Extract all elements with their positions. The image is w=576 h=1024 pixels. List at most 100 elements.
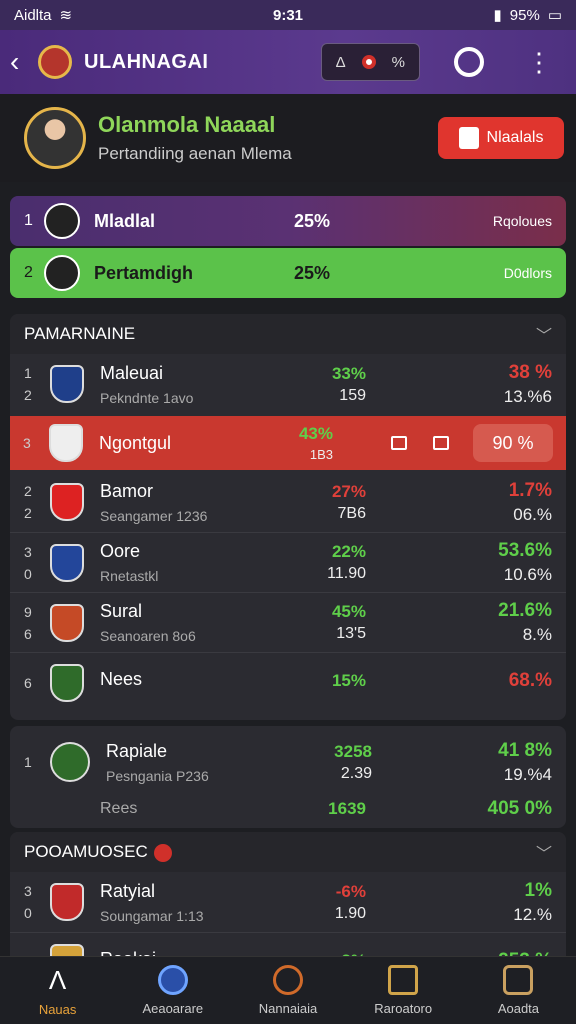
shield-icon bbox=[273, 965, 303, 995]
team-crest bbox=[50, 603, 84, 642]
more-icon[interactable]: ⋮ bbox=[526, 49, 552, 75]
team-name: Sural bbox=[100, 601, 143, 621]
team-crest bbox=[50, 365, 84, 403]
team-crest bbox=[50, 483, 84, 521]
tab-home[interactable]: Λ Nauas bbox=[0, 957, 115, 1024]
filter-segment[interactable]: Δ % bbox=[320, 43, 420, 81]
status-bar: Aidlta ≋ 9:31 ▮ 95% ▭ bbox=[0, 0, 576, 30]
rank: 3 0 bbox=[24, 543, 32, 582]
top-row-2[interactable]: 2 Pertamdigh 25% D0dlors bbox=[10, 248, 566, 298]
team-row[interactable]: 9 6 Sural Seanoaren 8o6 45% 13'5 21.6% 8.% bbox=[10, 592, 566, 652]
team-row[interactable]: 3 0 Oore Rnetastkl 22% 11.90 53.6% 10.6% bbox=[10, 532, 566, 592]
stat-b: 159 bbox=[339, 386, 366, 404]
stat-b: 7B6 bbox=[337, 504, 366, 522]
clock: 9:31 bbox=[272, 6, 304, 24]
team-sub: Pesngania P236 bbox=[106, 767, 209, 784]
tab-5[interactable]: Aoadta bbox=[461, 957, 576, 1024]
tab-3[interactable]: Nannaiaia bbox=[230, 957, 345, 1024]
team-row[interactable]: 6 Nees 15% 68.% bbox=[10, 652, 566, 712]
stat-c: 53.6% bbox=[498, 540, 552, 561]
team-crest bbox=[50, 663, 84, 702]
row-percent: 25% bbox=[294, 262, 331, 283]
rank: 2 2 bbox=[24, 483, 32, 521]
rank: 1 2 bbox=[24, 365, 32, 403]
badge-icon bbox=[503, 965, 534, 995]
badge-icon bbox=[458, 127, 479, 149]
standings-card: PAMARNAINE ﹀ 1 2 Maleuai Pekndnte 1avo 33% 15… bbox=[10, 314, 566, 720]
home-icon: Λ bbox=[48, 964, 67, 995]
chevron-down-icon[interactable]: ﹀ bbox=[536, 322, 552, 346]
profile-card: Olanmola Naaaal Pertandiing aenan Mlema … bbox=[0, 94, 576, 182]
team-name: Ratyial bbox=[100, 880, 156, 901]
team-sub: Soungamar 1:13 bbox=[100, 907, 204, 924]
avatar bbox=[24, 107, 86, 169]
section-title: PAMARNAINE bbox=[24, 324, 136, 343]
featured-card[interactable]: 1 Rapiale Pesngania P236 3258 2.39 41 8% 19… bbox=[10, 726, 566, 828]
trophy-icon bbox=[388, 965, 419, 995]
settings-icon[interactable] bbox=[454, 47, 484, 77]
stat-b: 1B3 bbox=[309, 447, 333, 462]
carrier-label: Aidlta bbox=[14, 6, 52, 24]
app-header: ‹ ULAHNAGAI Δ % ⋮ bbox=[0, 30, 576, 94]
stat-b: 2.39 bbox=[340, 764, 372, 782]
tab-label: Aoadta bbox=[497, 1001, 540, 1016]
rank: 3 0 bbox=[24, 883, 32, 921]
stat-d: 19.%4 bbox=[503, 764, 552, 784]
avatar bbox=[50, 742, 90, 782]
footer-end: 405 0% bbox=[487, 798, 552, 819]
stat-b: 13'5 bbox=[336, 625, 366, 642]
avatar bbox=[44, 203, 80, 239]
tab-4[interactable]: Raroatoro bbox=[346, 957, 461, 1024]
profile-subtitle: Pertandiing aenan Mlema bbox=[98, 144, 292, 163]
battery-label: 95% bbox=[509, 6, 540, 24]
segment-percent[interactable]: % bbox=[392, 54, 405, 71]
team-name: Nees bbox=[100, 669, 143, 689]
back-icon[interactable]: ‹ bbox=[10, 46, 32, 78]
stat-a: 22% bbox=[331, 542, 366, 561]
wifi-icon: ≋ bbox=[59, 7, 73, 24]
stat-a: 43% bbox=[298, 424, 333, 443]
stat-a: 45% bbox=[331, 602, 366, 621]
team-sub: Pekndnte 1avo bbox=[100, 389, 194, 406]
stat-c: 68.% bbox=[508, 670, 552, 691]
page-title: ULAHNAGAI bbox=[84, 50, 209, 73]
ball-icon bbox=[157, 965, 188, 995]
team-row[interactable]: 2 2 Bamor Seangamer 1236 27% 7B6 1.7% 06.% bbox=[10, 472, 566, 532]
rank: 1 bbox=[24, 212, 33, 229]
team-row[interactable]: 3 0 Ratyial Soungamar 1:13 -6% 1.90 1% 12.% bbox=[10, 872, 566, 932]
tab-label: Nauas bbox=[38, 1001, 77, 1017]
team-crest bbox=[50, 883, 84, 921]
rank: 1 bbox=[24, 754, 32, 770]
tab-label: Nannaiaia bbox=[258, 1001, 318, 1016]
chevron-down-icon[interactable]: ﹀ bbox=[536, 840, 552, 864]
top-row-1[interactable]: 1 Mladlal 25% Rqoloues bbox=[10, 196, 566, 246]
percent-chip[interactable]: 90 % bbox=[473, 424, 553, 462]
stat-c: 41 8% bbox=[498, 739, 552, 761]
stat-c: 38 % bbox=[508, 361, 552, 383]
section-header[interactable]: POOAMUOSEC ﹀ bbox=[10, 832, 566, 872]
team-sub: Seangamer 1236 bbox=[100, 507, 208, 524]
note-icon[interactable] bbox=[433, 436, 449, 450]
row-name: Pertamdigh bbox=[94, 262, 194, 283]
profile-name: Olanmola Naaaal bbox=[98, 112, 276, 137]
tab-2[interactable]: Aeaoarare bbox=[115, 957, 230, 1024]
team-row[interactable]: 1 2 Maleuai Pekndnte 1avo 33% 159 38 % 13.%6 bbox=[10, 354, 566, 414]
stat-b: 1.90 bbox=[334, 904, 366, 922]
segment-triangle[interactable]: Δ bbox=[336, 54, 346, 71]
mail-icon[interactable] bbox=[391, 436, 407, 450]
alert-icon bbox=[153, 843, 172, 862]
stat-d: 12.% bbox=[513, 904, 552, 924]
team-name: Oore bbox=[100, 541, 141, 561]
search-icon[interactable] bbox=[361, 55, 376, 69]
profile-action-button[interactable]: Nlaalals bbox=[438, 117, 564, 159]
team-crest bbox=[50, 543, 84, 582]
section-header[interactable]: PAMARNAINE ﹀ bbox=[10, 314, 566, 354]
row-right-label: Rqoloues bbox=[492, 213, 552, 229]
featured-row[interactable]: 1 Rapiale Pesngania P236 3258 2.39 41 8% 19… bbox=[10, 732, 566, 792]
stat-a: -6% bbox=[335, 881, 366, 901]
team-name: Rapiale bbox=[106, 740, 168, 761]
featured-footer: Rees 1639 405 0% bbox=[10, 792, 566, 826]
stat-a: 27% bbox=[331, 481, 366, 501]
team-row[interactable]: 3 Ngontgul 43% 1B3 90 % bbox=[10, 416, 566, 470]
stat-c: 1% bbox=[524, 879, 552, 901]
